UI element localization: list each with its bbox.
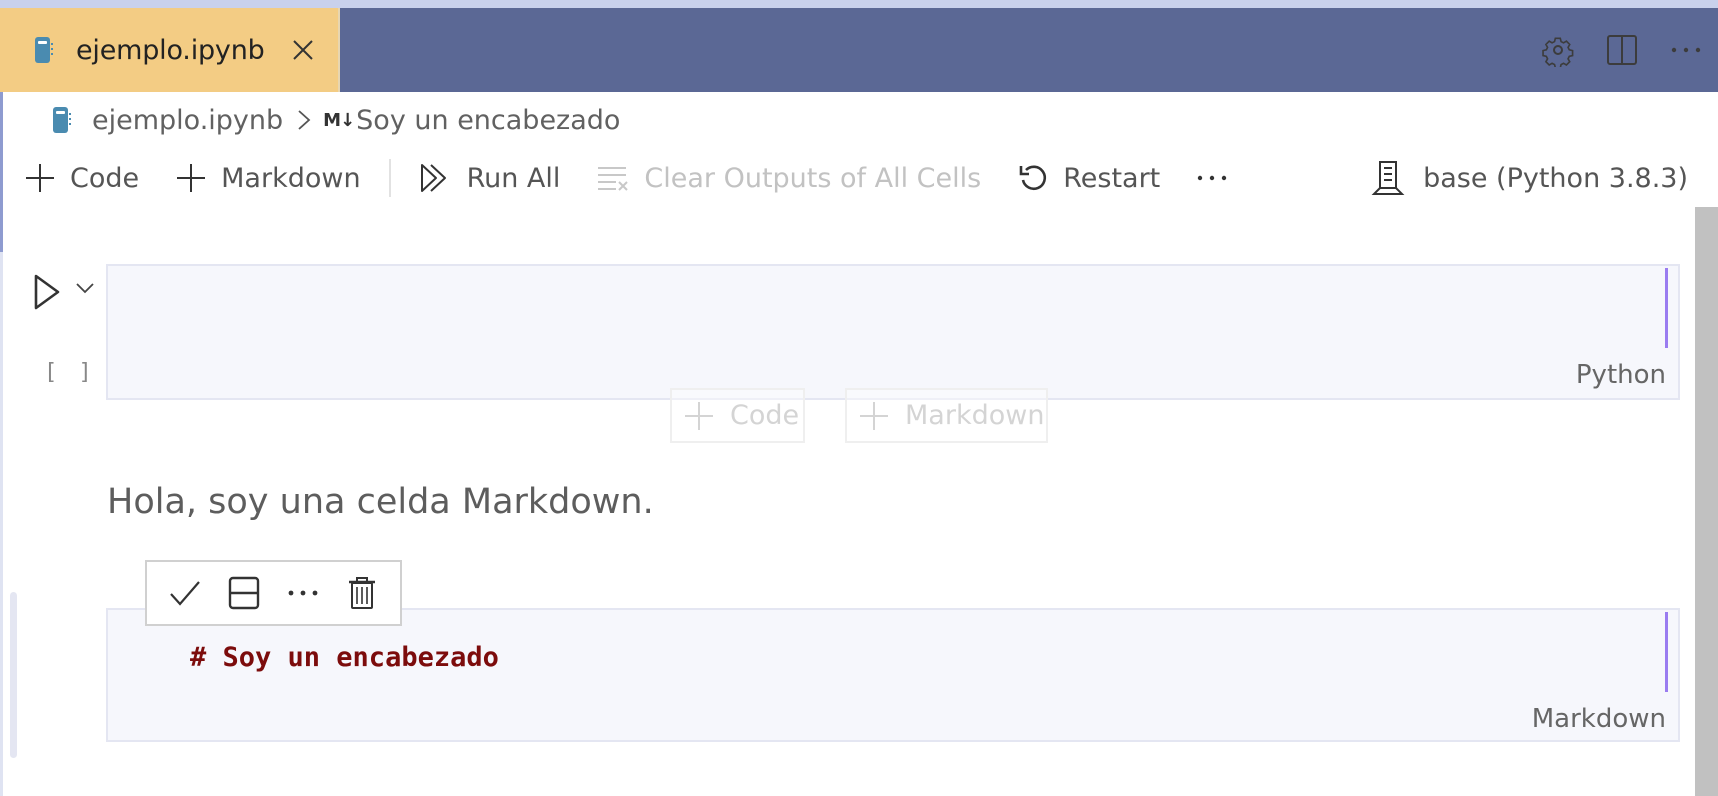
- editor-actions: [1526, 8, 1718, 92]
- split-cell-icon: [228, 576, 260, 610]
- ellipsis-icon: [1671, 47, 1701, 53]
- tab-ejemplo-ipynb[interactable]: ejemplo.ipynb: [0, 8, 340, 92]
- restart-icon: [1019, 165, 1047, 191]
- notebook-icon: [35, 37, 53, 63]
- add-code-button[interactable]: Code: [24, 152, 139, 204]
- cell-language-python[interactable]: Python: [1576, 360, 1666, 390]
- insert-markdown-label: Markdown: [905, 400, 1045, 431]
- delete-cell-button[interactable]: [340, 571, 384, 615]
- cell-focus-indicator: [10, 592, 17, 758]
- code-cell-editor[interactable]: Python: [106, 264, 1680, 400]
- tab-bar: ejemplo.ipynb: [0, 8, 1718, 92]
- execution-count: [ ]: [44, 360, 96, 385]
- text-cursor: [1665, 268, 1668, 348]
- markdown-icon: M↓: [323, 109, 355, 131]
- gear-icon: [1542, 37, 1574, 67]
- split-editor-button[interactable]: [1590, 18, 1654, 82]
- chevron-down-icon[interactable]: [74, 280, 96, 296]
- cell-more-button[interactable]: [281, 571, 325, 615]
- markdown-cell-editor[interactable]: # Soy un encabezado Markdown: [106, 608, 1680, 742]
- breadcrumb: ejemplo.ipynb M↓ Soy un encabezado: [52, 100, 620, 140]
- settings-button[interactable]: [1526, 18, 1590, 82]
- clear-all-icon: [598, 167, 629, 191]
- vertical-scrollbar[interactable]: [1695, 207, 1718, 796]
- breadcrumb-file[interactable]: ejemplo.ipynb: [92, 105, 283, 136]
- chevron-right-icon: [298, 110, 311, 130]
- kernel-icon: [1371, 161, 1405, 195]
- insert-markdown-button[interactable]: Markdown: [845, 388, 1048, 443]
- toolbar-more-button[interactable]: [1196, 152, 1242, 204]
- toolbar-divider: [388, 159, 391, 197]
- title-strip: [0, 0, 1718, 8]
- plus-icon: [26, 164, 54, 192]
- split-editor-icon: [1607, 35, 1637, 65]
- add-code-label: Code: [70, 162, 140, 194]
- cell-toolbar: [145, 560, 402, 626]
- markdown-source: # Soy un encabezado: [190, 642, 499, 673]
- add-markdown-button[interactable]: Markdown: [175, 152, 361, 204]
- stop-editing-button[interactable]: [163, 571, 207, 615]
- more-actions-button[interactable]: [1654, 18, 1718, 82]
- kernel-picker[interactable]: base (Python 3.8.3): [1371, 152, 1688, 204]
- clear-outputs-label: Clear Outputs of All Cells: [644, 162, 982, 194]
- close-icon[interactable]: [291, 38, 315, 62]
- markdown-rendered-text[interactable]: Hola, soy una celda Markdown.: [107, 482, 654, 522]
- plus-icon: [685, 401, 713, 430]
- clear-outputs-button[interactable]: Clear Outputs of All Cells: [596, 152, 981, 204]
- run-all-button[interactable]: Run All: [419, 152, 561, 204]
- run-all-icon: [420, 164, 446, 192]
- editor-left-edge-accent: [0, 92, 3, 252]
- breadcrumb-section[interactable]: Soy un encabezado: [356, 105, 620, 136]
- ellipsis-icon: [288, 590, 318, 596]
- ellipsis-icon: [1198, 175, 1227, 181]
- cell-language-markdown[interactable]: Markdown: [1532, 704, 1666, 734]
- text-cursor: [1665, 612, 1668, 692]
- notebook-icon: [53, 107, 71, 133]
- insert-code-button[interactable]: Code: [670, 388, 805, 443]
- plus-icon: [860, 401, 888, 430]
- insert-code-label: Code: [730, 400, 800, 431]
- add-markdown-label: Markdown: [221, 162, 361, 194]
- kernel-label: base (Python 3.8.3): [1423, 162, 1688, 194]
- trash-icon: [349, 577, 376, 609]
- restart-label: Restart: [1063, 162, 1161, 194]
- run-all-label: Run All: [466, 162, 561, 194]
- restart-button[interactable]: Restart: [1017, 152, 1160, 204]
- plus-icon: [177, 164, 206, 192]
- split-cell-button[interactable]: [222, 571, 266, 615]
- run-cell-icon[interactable]: [32, 272, 64, 312]
- check-icon: [169, 581, 200, 606]
- tab-label: ejemplo.ipynb: [76, 34, 265, 66]
